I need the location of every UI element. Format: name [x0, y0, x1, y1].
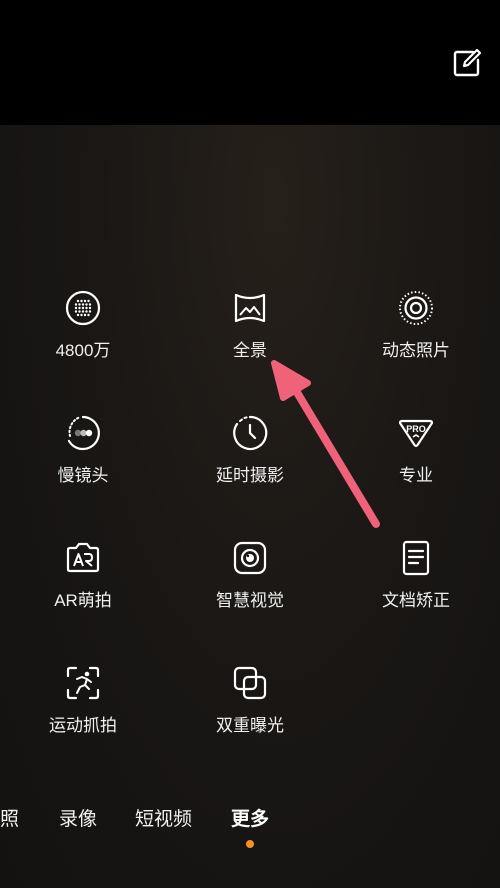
- slow-motion-icon: [67, 415, 100, 451]
- tab-short-video[interactable]: 短视频: [135, 804, 192, 831]
- mode-label: 全景: [233, 341, 267, 360]
- mode-label: 双重曝光: [216, 716, 284, 735]
- mode-label: 慢镜头: [57, 466, 109, 485]
- mode-document[interactable]: 文档矫正: [356, 540, 476, 640]
- mode-pro[interactable]: PRO 专业: [356, 415, 476, 515]
- live-photo-icon: [399, 291, 433, 325]
- mode-slow-motion[interactable]: 慢镜头: [23, 415, 143, 515]
- mode-ar[interactable]: AR萌拍: [23, 540, 143, 640]
- pro-icon: PRO: [398, 419, 434, 448]
- mode-label: 专业: [399, 466, 433, 485]
- timelapse-clock-icon: [233, 415, 268, 451]
- 48mp-dots-icon: [65, 290, 101, 326]
- active-tab-indicator: [246, 840, 254, 848]
- mode-panorama[interactable]: 全景: [190, 290, 310, 390]
- mode-label: 延时摄影: [216, 466, 284, 485]
- mode-double-exposure[interactable]: 双重曝光: [190, 665, 310, 765]
- ar-camera-icon: [66, 542, 100, 573]
- mode-live-photo[interactable]: 动态照片: [356, 290, 476, 390]
- mode-label: 4800万: [55, 341, 111, 360]
- tab-photo[interactable]: 照: [0, 804, 19, 831]
- mode-label: AR萌拍: [54, 591, 112, 610]
- mode-timelapse[interactable]: 延时摄影: [190, 415, 310, 515]
- mode-label: 动态照片: [382, 341, 450, 360]
- double-exposure-icon: [233, 666, 267, 700]
- smart-vision-icon: [233, 541, 267, 575]
- edit-icon[interactable]: [452, 48, 482, 78]
- tab-video[interactable]: 录像: [59, 804, 97, 831]
- mode-smart-vision[interactable]: 智慧视觉: [190, 540, 310, 640]
- mode-label: 运动抓拍: [49, 716, 117, 735]
- mode-48mp[interactable]: 4800万: [23, 290, 143, 390]
- mode-sport-capture[interactable]: 运动抓拍: [23, 665, 143, 765]
- document-icon: [402, 540, 430, 576]
- pro-badge-text: PRO: [406, 424, 426, 434]
- mode-label: 文档矫正: [382, 591, 450, 610]
- top-bar: [0, 0, 500, 125]
- mode-label: 智慧视觉: [216, 591, 284, 610]
- panorama-icon: [234, 293, 266, 323]
- tab-more[interactable]: 更多: [231, 804, 269, 831]
- sport-capture-icon: [66, 666, 100, 700]
